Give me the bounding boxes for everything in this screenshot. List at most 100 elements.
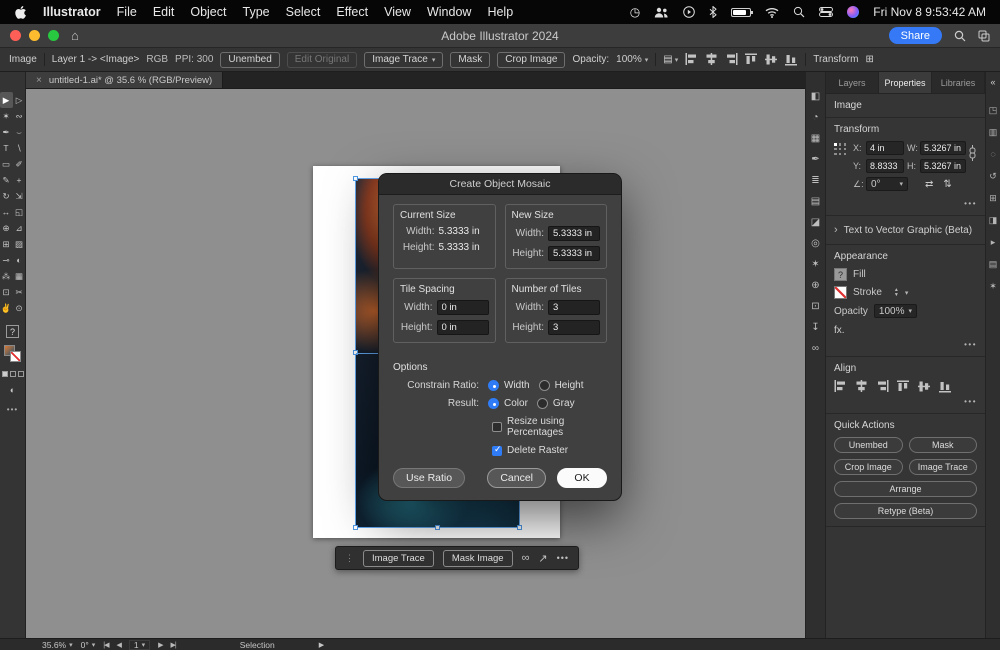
close-window-button[interactable] bbox=[10, 30, 21, 41]
quick-action-image-trace[interactable]: Image Trace bbox=[908, 459, 977, 475]
artboard-number-dropdown[interactable]: 1 ▾ bbox=[128, 639, 151, 650]
screen-mode-button[interactable]: ◐ bbox=[10, 385, 15, 395]
slice-tool[interactable]: ✂ bbox=[13, 284, 26, 300]
close-tab-icon[interactable]: × bbox=[36, 75, 42, 86]
menu-item[interactable]: Effect bbox=[336, 5, 368, 19]
menu-bar-clock[interactable]: Fri Nov 8 9:53:42 AM bbox=[873, 5, 986, 19]
tile-spacing-height-input[interactable] bbox=[436, 320, 489, 335]
stroke-label[interactable]: Stroke bbox=[853, 287, 882, 298]
discover-panel-icon[interactable]: ✶ bbox=[986, 280, 1000, 292]
width-input[interactable] bbox=[920, 141, 966, 155]
direct-selection-tool[interactable]: ▷ bbox=[13, 92, 26, 108]
rotation-dropdown[interactable]: 0° ▾ bbox=[866, 177, 908, 191]
navigator-panel-icon[interactable]: ⊞ bbox=[986, 192, 1000, 204]
last-artboard-button[interactable]: ▶| bbox=[171, 641, 177, 649]
asset-export-panel-icon[interactable]: ↧ bbox=[809, 321, 823, 333]
zoom-dropdown[interactable]: 35.6% ▾ bbox=[42, 640, 73, 650]
free-transform-widget-icon[interactable]: ⊞ bbox=[865, 54, 873, 65]
menu-item[interactable]: File bbox=[117, 5, 137, 19]
history-panel-icon[interactable]: ↺ bbox=[986, 170, 1000, 182]
document-tab[interactable]: × untitled-1.ai* @ 35.6 % (RGB/Preview) bbox=[26, 72, 224, 88]
stroke-swatch[interactable] bbox=[834, 286, 847, 299]
reference-point-locator[interactable] bbox=[834, 143, 847, 156]
control-center-icon[interactable] bbox=[819, 7, 834, 17]
menu-item[interactable]: Object bbox=[190, 5, 226, 19]
edit-original-button[interactable]: Edit Original bbox=[286, 51, 358, 68]
next-artboard-button[interactable]: ▶ bbox=[158, 641, 163, 649]
more-options-icon[interactable]: ••• bbox=[834, 199, 977, 208]
delete-raster-checkbox[interactable]: Delete Raster bbox=[492, 444, 568, 456]
graphic-styles-panel-icon[interactable]: ✶ bbox=[809, 258, 823, 270]
menu-item[interactable]: Help bbox=[487, 5, 513, 19]
align-left-icon[interactable] bbox=[834, 380, 847, 393]
time-machine-status-icon[interactable]: ◷ bbox=[630, 5, 640, 19]
canvas[interactable]: Create Object Mosaic Current Size Width:… bbox=[26, 89, 805, 638]
spotlight-search-icon[interactable] bbox=[793, 6, 805, 18]
align-top-icon[interactable] bbox=[745, 53, 758, 66]
column-graph-tool[interactable]: ▦ bbox=[13, 268, 26, 284]
eyedropper-tool[interactable]: ⊸ bbox=[0, 252, 13, 268]
cancel-button[interactable]: Cancel bbox=[487, 468, 546, 488]
rotate-tool[interactable]: ↻ bbox=[0, 188, 13, 204]
links-panel-icon[interactable]: ∞ bbox=[809, 342, 823, 354]
link-icon[interactable]: ∞ bbox=[522, 552, 530, 564]
new-height-input[interactable] bbox=[548, 246, 600, 261]
info-panel-icon[interactable]: ◨ bbox=[986, 214, 1000, 226]
result-color-radio[interactable]: Color bbox=[488, 398, 528, 409]
search-icon[interactable] bbox=[954, 30, 966, 42]
actions-panel-icon[interactable]: ▸ bbox=[986, 236, 1000, 248]
tab-layers[interactable]: Layers bbox=[826, 72, 879, 93]
stroke-swatch[interactable] bbox=[9, 351, 21, 362]
menu-item[interactable]: Type bbox=[243, 5, 270, 19]
layers-dock-icon[interactable]: ▤ bbox=[986, 258, 1000, 270]
comments-panel-icon[interactable]: ◌ bbox=[986, 148, 1000, 160]
apple-menu[interactable] bbox=[14, 5, 27, 20]
more-options-icon[interactable]: ••• bbox=[834, 340, 977, 349]
learn-panel-icon[interactable]: ◳ bbox=[986, 104, 1000, 116]
pen-tool[interactable]: ✒ bbox=[0, 124, 13, 140]
opacity-dropdown[interactable]: 100% ▾ bbox=[616, 54, 648, 65]
tab-properties[interactable]: Properties bbox=[879, 72, 932, 93]
color-guide-panel-icon[interactable]: ◔ bbox=[809, 111, 823, 123]
type-tool[interactable]: T bbox=[0, 140, 13, 156]
menu-item[interactable]: Select bbox=[286, 5, 321, 19]
align-right-icon[interactable] bbox=[876, 380, 889, 393]
selection-tool[interactable]: ▶ bbox=[0, 92, 13, 108]
siri-icon[interactable] bbox=[847, 6, 860, 18]
flip-vertical-icon[interactable]: ⇅ bbox=[943, 179, 951, 190]
wifi-status-icon[interactable] bbox=[765, 7, 779, 18]
align-top-icon[interactable] bbox=[897, 380, 910, 393]
align-bottom-icon[interactable] bbox=[785, 53, 798, 66]
width-tool[interactable]: ↔ bbox=[0, 204, 13, 220]
stepper-down-icon[interactable]: ▼ bbox=[894, 292, 899, 298]
rotation-dropdown[interactable]: 0° ▾ bbox=[81, 640, 96, 650]
first-artboard-button[interactable]: |◀ bbox=[103, 641, 109, 649]
image-trace-quick-button[interactable]: Image Trace bbox=[363, 549, 434, 567]
home-icon[interactable]: ⌂ bbox=[71, 28, 79, 43]
chevron-down-icon[interactable]: ▾ bbox=[905, 289, 909, 297]
text-to-vector-section[interactable]: › Text to Vector Graphic (Beta) bbox=[826, 216, 985, 245]
x-input[interactable] bbox=[866, 141, 904, 155]
align-center-vertical-icon[interactable] bbox=[765, 53, 778, 66]
status-menu-arrow[interactable]: ▶ bbox=[319, 641, 324, 649]
opacity-dropdown[interactable]: 100% ▾ bbox=[873, 304, 917, 318]
fill-swatch[interactable]: ? bbox=[834, 268, 847, 281]
blend-tool[interactable]: ◐ bbox=[13, 252, 26, 268]
transform-link[interactable]: Transform bbox=[813, 54, 858, 65]
quick-action-unembed[interactable]: Unembed bbox=[834, 437, 903, 453]
fill-indicator-swatch[interactable]: ? bbox=[6, 325, 19, 338]
style-presets-dropdown[interactable]: ▤ ▾ bbox=[663, 54, 678, 65]
mesh-tool[interactable]: ⊞ bbox=[0, 236, 13, 252]
magic-wand-tool[interactable]: ✶ bbox=[0, 108, 13, 124]
checkbox-icon[interactable] bbox=[492, 422, 502, 432]
artboard-tool[interactable]: ⊡ bbox=[0, 284, 13, 300]
bluetooth-status-icon[interactable] bbox=[709, 6, 718, 18]
rectangle-tool[interactable]: ▭ bbox=[0, 156, 13, 172]
tiles-height-input[interactable] bbox=[548, 320, 600, 335]
edit-toolbar-button[interactable]: ••• bbox=[7, 405, 18, 414]
screen-mirroring-status-icon[interactable] bbox=[683, 6, 696, 18]
appearance-panel-icon[interactable]: ◎ bbox=[809, 237, 823, 249]
radio-icon[interactable] bbox=[488, 380, 499, 391]
transparency-panel-icon[interactable]: ◪ bbox=[809, 216, 823, 228]
tiles-width-input[interactable] bbox=[548, 300, 600, 315]
